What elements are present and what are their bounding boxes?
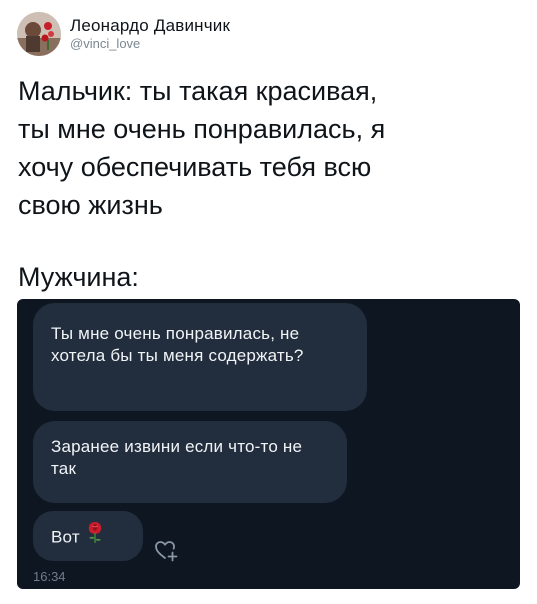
author-name[interactable]: Леонардо Давинчик xyxy=(70,16,230,36)
message-text: Вот xyxy=(51,527,80,547)
avatar[interactable] xyxy=(17,12,61,56)
section-label: Мужчина: xyxy=(18,262,139,292)
message-bubble: Вот xyxy=(33,511,143,561)
message-bubble: Ты мне очень понравилась, не хотела бы т… xyxy=(33,303,367,411)
chat-screenshot: Ты мне очень понравилась, не хотела бы т… xyxy=(17,299,520,589)
author-handle[interactable]: @vinci_love xyxy=(70,36,230,52)
tweet-header: Леонардо Давинчик @vinci_love xyxy=(17,12,230,56)
message-bubble: Заранее извини если что-то не так xyxy=(33,421,347,503)
avatar-image xyxy=(17,12,61,56)
message-text: Ты мне очень понравилась, не хотела бы т… xyxy=(51,324,304,365)
rose-icon xyxy=(86,520,104,550)
message-text: Заранее извини если что-то не так xyxy=(51,437,303,478)
heart-plus-icon[interactable] xyxy=(153,537,179,563)
author-info: Леонардо Давинчик @vinci_love xyxy=(70,16,230,52)
tweet-text: Мальчик: ты такая красивая, ты мне очень… xyxy=(18,76,386,220)
message-time: 16:34 xyxy=(33,569,66,584)
